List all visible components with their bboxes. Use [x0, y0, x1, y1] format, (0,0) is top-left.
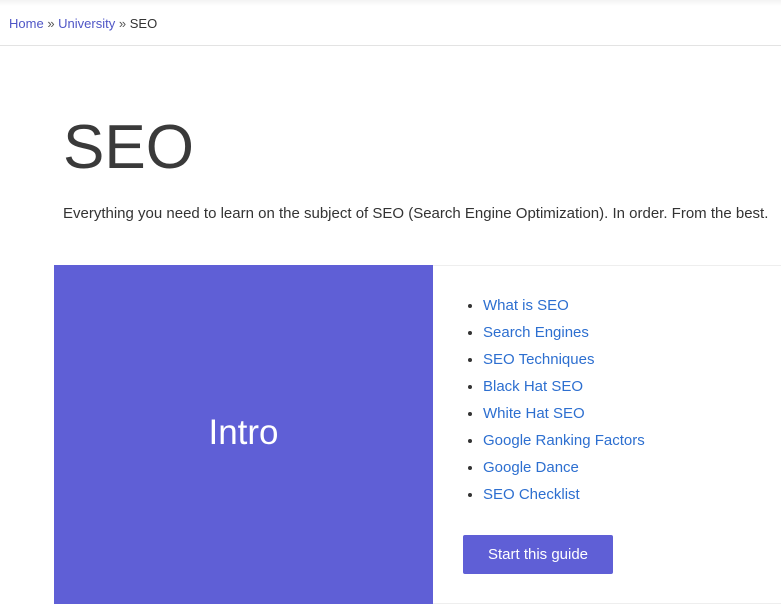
topic-link-seo-techniques[interactable]: SEO Techniques — [483, 351, 594, 368]
start-guide-button[interactable]: Start this guide — [463, 535, 613, 574]
page-subtitle: Everything you need to learn on the subj… — [63, 205, 769, 222]
guide-hero-panel[interactable]: Intro — [54, 265, 433, 604]
breadcrumb-separator: » — [118, 16, 127, 31]
topic-link-what-is-seo[interactable]: What is SEO — [483, 297, 569, 314]
breadcrumb-current: SEO — [129, 16, 158, 31]
topic-link-white-hat-seo[interactable]: White Hat SEO — [483, 405, 585, 422]
topic-link-seo-checklist[interactable]: SEO Checklist — [483, 486, 580, 503]
list-item: Search Engines — [483, 324, 645, 351]
list-item: SEO Checklist — [483, 486, 645, 513]
list-item: Google Dance — [483, 459, 645, 486]
topic-link-google-ranking-factors[interactable]: Google Ranking Factors — [483, 432, 645, 449]
breadcrumb-university-link[interactable]: University — [58, 16, 115, 31]
topic-link-search-engines[interactable]: Search Engines — [483, 324, 589, 341]
list-item: White Hat SEO — [483, 405, 645, 432]
breadcrumb: Home » University » SEO — [9, 16, 157, 31]
list-item: What is SEO — [483, 297, 645, 324]
breadcrumb-home-link[interactable]: Home — [9, 16, 44, 31]
breadcrumb-separator: » — [47, 16, 55, 31]
guide-hero-label: Intro — [208, 413, 279, 452]
topic-link-google-dance[interactable]: Google Dance — [483, 459, 579, 476]
topic-list: What is SEO Search Engines SEO Technique… — [467, 297, 645, 513]
top-bar: Home » University » SEO — [0, 0, 781, 46]
list-item: Black Hat SEO — [483, 378, 645, 405]
list-item: Google Ranking Factors — [483, 432, 645, 459]
list-item: SEO Techniques — [483, 351, 645, 378]
page-title: SEO — [63, 113, 194, 182]
topic-link-black-hat-seo[interactable]: Black Hat SEO — [483, 378, 583, 395]
guide-card: Intro What is SEO Search Engines SEO Tec… — [54, 265, 781, 604]
